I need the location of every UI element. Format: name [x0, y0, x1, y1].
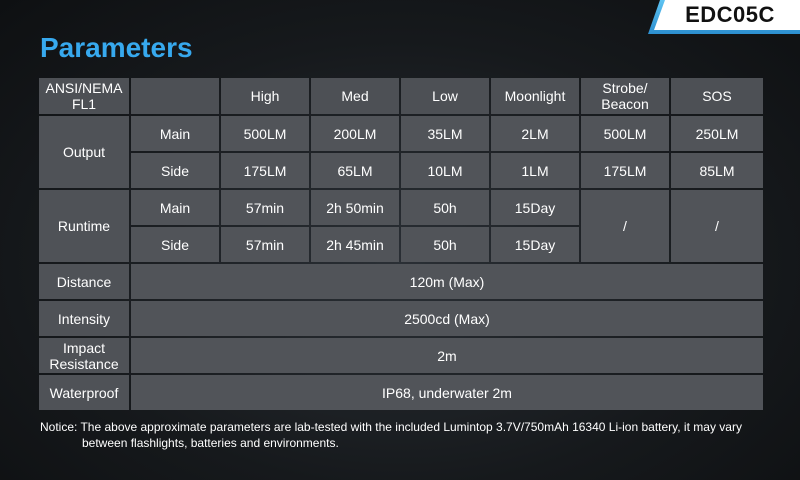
header-mode: Low	[401, 78, 489, 114]
header-mode: Moonlight	[491, 78, 579, 114]
value-cell: 1LM	[491, 153, 579, 188]
sublabel-main: Main	[131, 190, 219, 225]
value-waterproof: IP68, underwater 2m	[131, 375, 763, 410]
value-cell: 10LM	[401, 153, 489, 188]
value-cell: 85LM	[671, 153, 763, 188]
header-mode: High	[221, 78, 309, 114]
value-cell: 2h 50min	[311, 190, 399, 225]
value-cell: 65LM	[311, 153, 399, 188]
value-cell-strobe: /	[581, 190, 669, 262]
sublabel-main: Main	[131, 116, 219, 151]
value-cell: 500LM	[581, 116, 669, 151]
value-cell: 200LM	[311, 116, 399, 151]
value-cell: 57min	[221, 190, 309, 225]
model-name: EDC05C	[685, 2, 775, 27]
row-label-runtime: Runtime	[39, 190, 129, 262]
row-label-impact: Impact Resistance	[39, 338, 129, 373]
value-impact: 2m	[131, 338, 763, 373]
sublabel-side: Side	[131, 227, 219, 262]
header-mode: Med	[311, 78, 399, 114]
value-cell-sos: /	[671, 190, 763, 262]
row-label-distance: Distance	[39, 264, 129, 299]
sublabel-side: Side	[131, 153, 219, 188]
value-intensity: 2500cd (Max)	[131, 301, 763, 336]
header-sublabel	[131, 78, 219, 114]
value-cell: 35LM	[401, 116, 489, 151]
notice-body: Notice: The above approximate parameters…	[40, 420, 742, 450]
value-cell: 250LM	[671, 116, 763, 151]
value-cell: 175LM	[221, 153, 309, 188]
header-mode: SOS	[671, 78, 763, 114]
value-cell: 500LM	[221, 116, 309, 151]
value-cell: 175LM	[581, 153, 669, 188]
row-label-intensity: Intensity	[39, 301, 129, 336]
notice-text: Notice: The above approximate parameters…	[40, 419, 770, 451]
value-cell: 50h	[401, 227, 489, 262]
value-distance: 120m (Max)	[131, 264, 763, 299]
value-cell: 57min	[221, 227, 309, 262]
value-cell: 15Day	[491, 227, 579, 262]
value-cell: 2h 45min	[311, 227, 399, 262]
row-label-output: Output	[39, 116, 129, 188]
page-title: Parameters	[40, 32, 193, 63]
header-standard: ANSI/NEMA FL1	[39, 78, 129, 114]
header-mode: Strobe/ Beacon	[581, 78, 669, 114]
value-cell: 15Day	[491, 190, 579, 225]
value-cell: 50h	[401, 190, 489, 225]
row-label-waterproof: Waterproof	[39, 375, 129, 410]
value-cell: 2LM	[491, 116, 579, 151]
